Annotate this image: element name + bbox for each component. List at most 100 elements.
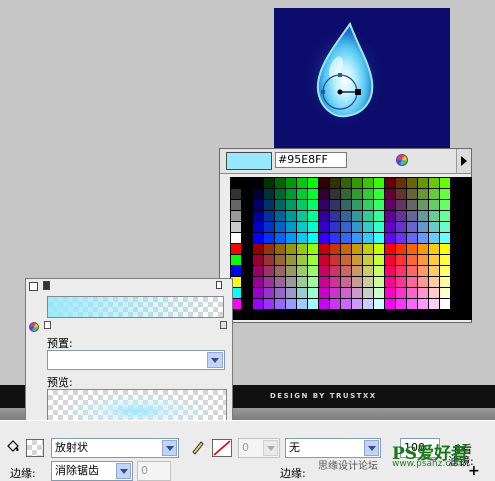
swatch[interactable] [363,222,373,232]
swatch[interactable] [429,288,439,298]
swatch[interactable] [440,222,450,232]
swatch[interactable] [286,299,296,309]
swatch[interactable] [231,255,241,265]
swatch[interactable] [275,178,285,188]
swatch[interactable] [286,200,296,210]
swatch[interactable] [396,200,406,210]
swatch[interactable] [440,178,450,188]
swatch[interactable] [407,189,417,199]
swatch[interactable] [330,266,340,276]
color-wheel-icon[interactable] [396,154,408,166]
swatch[interactable] [374,233,384,243]
swatch[interactable] [297,255,307,265]
swatch[interactable] [264,255,274,265]
swatch[interactable] [330,299,340,309]
swatch[interactable] [374,266,384,276]
add-filter-button[interactable]: + [468,463,480,479]
swatch[interactable] [418,277,428,287]
swatch[interactable] [330,222,340,232]
swatch[interactable] [319,222,329,232]
swatch[interactable] [330,244,340,254]
swatch[interactable] [440,277,450,287]
swatch[interactable] [264,244,274,254]
swatch[interactable] [275,244,285,254]
swatch[interactable] [407,266,417,276]
swatch[interactable] [264,200,274,210]
swatch[interactable] [429,299,439,309]
swatch[interactable] [341,277,351,287]
swatch[interactable] [374,288,384,298]
swatch[interactable] [253,178,263,188]
swatch-grid[interactable] [230,177,472,320]
swatch[interactable] [319,178,329,188]
swatch[interactable] [308,211,318,221]
swatch[interactable] [374,200,384,210]
swatch[interactable] [253,244,263,254]
swatch[interactable] [319,200,329,210]
swatch[interactable] [297,211,307,221]
swatch[interactable] [275,277,285,287]
swatch[interactable] [286,255,296,265]
swatch[interactable] [319,244,329,254]
swatch[interactable] [297,277,307,287]
swatch[interactable] [385,178,395,188]
edge-value-select[interactable]: 0 [137,461,171,481]
swatch[interactable] [407,211,417,221]
swatch[interactable] [308,200,318,210]
swatch[interactable] [418,211,428,221]
chevron-down-icon[interactable] [207,352,223,368]
swatch[interactable] [385,222,395,232]
swatch[interactable] [275,266,285,276]
swatch[interactable] [385,299,395,309]
swatch[interactable] [429,200,439,210]
swatch[interactable] [319,211,329,221]
swatch[interactable] [407,178,417,188]
stroke-size-select[interactable]: 0 [238,438,280,458]
edge-mode-select[interactable]: 消除锯齿 [51,461,133,481]
swatch[interactable] [385,244,395,254]
swatch[interactable] [352,211,362,221]
swatch[interactable] [385,255,395,265]
swatch[interactable] [231,211,241,221]
swatch[interactable] [429,277,439,287]
swatch[interactable] [352,299,362,309]
swatch[interactable] [418,233,428,243]
swatch[interactable] [418,189,428,199]
swatch[interactable] [363,244,373,254]
swatch[interactable] [253,200,263,210]
swatch[interactable] [264,288,274,298]
swatch[interactable] [429,178,439,188]
swatch[interactable] [286,222,296,232]
swatch[interactable] [330,233,340,243]
swatch[interactable] [374,277,384,287]
swatch[interactable] [297,233,307,243]
swatch[interactable] [330,178,340,188]
swatch[interactable] [429,266,439,276]
swatch[interactable] [429,222,439,232]
swatch[interactable] [352,233,362,243]
swatch[interactable] [253,233,263,243]
swatch[interactable] [363,189,373,199]
swatch[interactable] [440,255,450,265]
swatch[interactable] [429,233,439,243]
swatch[interactable] [341,299,351,309]
swatch[interactable] [231,266,241,276]
swatch[interactable] [286,178,296,188]
swatch[interactable] [407,277,417,287]
swatch[interactable] [352,255,362,265]
swatch[interactable] [308,244,318,254]
swatch[interactable] [341,178,351,188]
swatch[interactable] [429,211,439,221]
gradient-stop-right[interactable] [220,321,227,329]
swatch[interactable] [396,211,406,221]
swatch[interactable] [308,178,318,188]
swatch[interactable] [341,244,351,254]
swatch[interactable] [275,189,285,199]
swatch[interactable] [429,189,439,199]
swatch[interactable] [319,266,329,276]
swatch[interactable] [319,233,329,243]
swatch[interactable] [341,222,351,232]
swatch[interactable] [363,266,373,276]
swatch[interactable] [396,189,406,199]
gradient-end-handle-icon[interactable] [216,281,222,289]
